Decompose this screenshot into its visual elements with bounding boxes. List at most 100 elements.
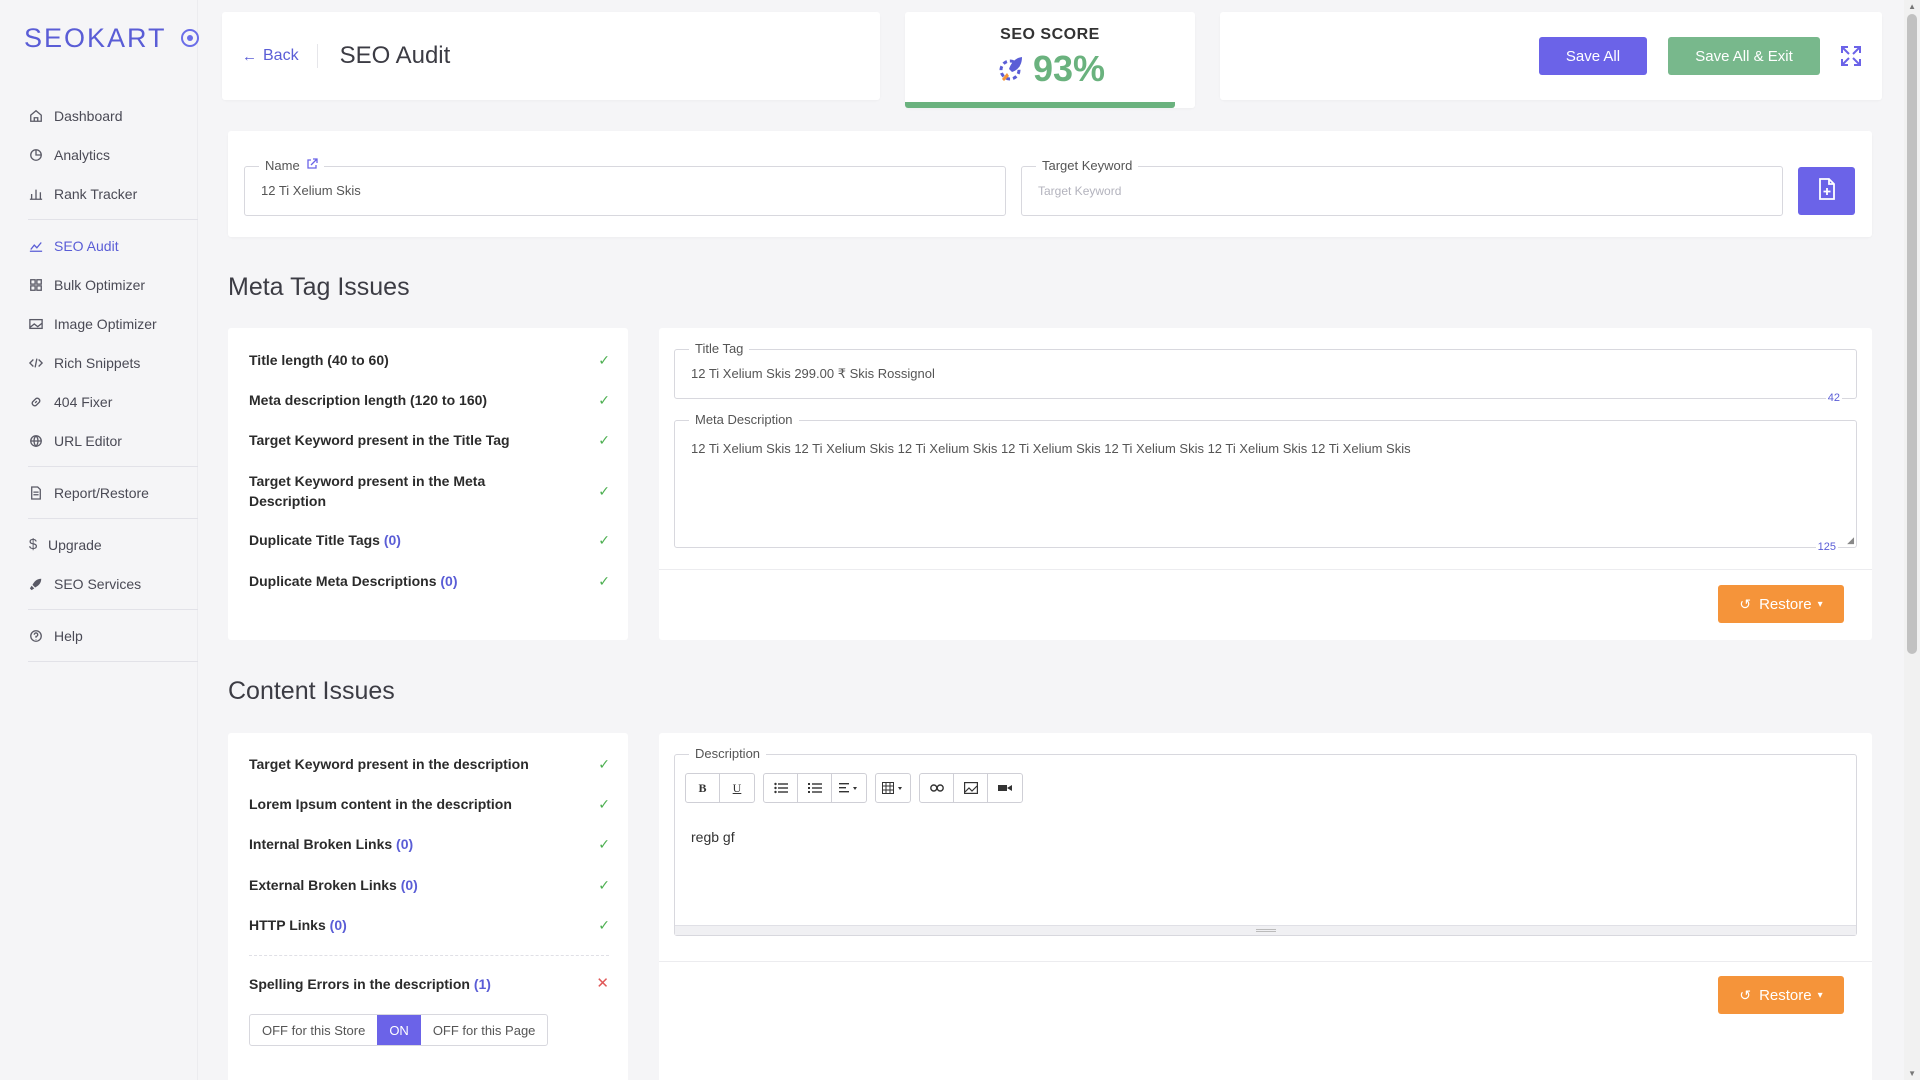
arrow-left-icon: ←: [242, 47, 257, 65]
scroll-up-icon[interactable]: ▲: [1908, 2, 1916, 11]
code-icon: [28, 355, 44, 371]
meta-section-title: Meta Tag Issues: [228, 273, 410, 301]
sidebar-item-report-restore[interactable]: Report/Restore: [28, 473, 198, 512]
rocket-icon: [28, 576, 44, 592]
page-title: SEO Audit: [339, 42, 451, 69]
sidebar-item-image-optimizer[interactable]: Image Optimizer: [28, 304, 198, 343]
issue-count[interactable]: (0): [401, 877, 418, 893]
image-icon[interactable]: [954, 774, 988, 802]
target-keyword-label: Target Keyword: [1042, 158, 1133, 173]
align-dropdown-button[interactable]: [832, 774, 866, 802]
video-icon[interactable]: [988, 774, 1022, 802]
editor-toolbar: B U: [685, 773, 1031, 803]
meta-description-char-count: 125: [1815, 541, 1838, 553]
issue-http-links: HTTP Links (0) ✓: [249, 915, 610, 935]
add-document-button[interactable]: [1798, 167, 1855, 215]
score-value: 93%: [1032, 48, 1106, 89]
content-restore-button[interactable]: ↺ Restore ▾: [1718, 976, 1844, 1014]
document-icon: [28, 485, 44, 501]
bold-button[interactable]: B: [686, 774, 720, 802]
spelling-toggle-group: OFF for this Store ON OFF for this Page: [249, 1014, 549, 1046]
sidebar-nav: Dashboard Analytics Rank Tracker SEO Aud…: [28, 96, 198, 668]
sidebar-item-label: Help: [54, 627, 83, 644]
name-field[interactable]: Name 12 Ti Xelium Skis: [244, 158, 1006, 216]
sidebar-item-seo-services[interactable]: SEO Services: [28, 564, 198, 603]
check-icon: ✓: [598, 573, 610, 589]
sidebar-item-label: Analytics: [54, 146, 111, 163]
check-icon: ✓: [598, 836, 610, 852]
app-logo[interactable]: SEOKART: [24, 22, 199, 54]
issue-duplicate-title: Duplicate Title Tags (0) ✓: [249, 530, 610, 550]
description-value[interactable]: regb gf: [691, 829, 735, 845]
chevron-down-icon: ▾: [1817, 598, 1823, 610]
issue-text: Internal Broken Links: [249, 836, 393, 852]
issue-count[interactable]: (0): [330, 917, 347, 933]
sidebar-item-label: Report/Restore: [54, 484, 149, 501]
description-field: Description B U regb gf: [674, 746, 1857, 936]
table-dropdown-button[interactable]: [876, 774, 910, 802]
check-icon: ✓: [598, 483, 610, 499]
issue-keyword-meta: Target Keyword present in the Meta Descr…: [249, 471, 529, 511]
expand-icon[interactable]: [1840, 45, 1862, 67]
numbered-list-button[interactable]: [798, 774, 832, 802]
save-all-button[interactable]: Save All: [1539, 37, 1647, 75]
sidebar-item-404-fixer[interactable]: 404 Fixer: [28, 382, 198, 421]
sidebar-item-help[interactable]: Help: [28, 616, 198, 655]
check-icon: ✓: [598, 352, 610, 368]
bullet-list-button[interactable]: [764, 774, 798, 802]
sidebar-item-bulk-optimizer[interactable]: Bulk Optimizer: [28, 265, 198, 304]
off-for-page-button[interactable]: OFF for this Page: [421, 1015, 548, 1045]
name-value: 12 Ti Xelium Skis: [261, 183, 361, 198]
seo-score-card: SEO SCORE 93%: [905, 12, 1195, 108]
sidebar-item-label: SEO Services: [54, 575, 142, 592]
page-scrollbar[interactable]: ▲ ▼: [1904, 0, 1920, 1080]
scrollbar-thumb[interactable]: [1907, 14, 1917, 654]
sidebar-item-analytics[interactable]: Analytics: [28, 135, 198, 174]
check-icon: ✓: [598, 796, 610, 812]
help-icon: [28, 628, 44, 644]
on-button[interactable]: ON: [377, 1015, 421, 1045]
editor-resize-bar[interactable]: [675, 925, 1856, 935]
header-actions-card: Save All Save All & Exit: [1220, 12, 1882, 100]
sidebar-item-rich-snippets[interactable]: Rich Snippets: [28, 343, 198, 382]
issue-count[interactable]: (0): [440, 573, 457, 589]
issue-duplicate-meta: Duplicate Meta Descriptions (0) ✓: [249, 571, 610, 591]
external-link-icon[interactable]: [306, 158, 318, 173]
save-all-exit-button[interactable]: Save All & Exit: [1668, 37, 1820, 75]
check-icon: ✓: [598, 392, 610, 408]
check-icon: ✓: [598, 877, 610, 893]
line-chart-icon: [28, 238, 44, 254]
issue-count[interactable]: (0): [396, 836, 413, 852]
target-keyword-field[interactable]: Target Keyword Target Keyword: [1021, 158, 1783, 216]
sidebar-item-url-editor[interactable]: URL Editor: [28, 421, 198, 460]
resize-handle-icon[interactable]: ◢: [1847, 535, 1854, 546]
underline-button[interactable]: U: [720, 774, 754, 802]
globe-icon: [28, 433, 44, 449]
sidebar-item-label: Rich Snippets: [54, 354, 141, 371]
meta-description-field[interactable]: Meta Description 12 Ti Xelium Skis 12 Ti…: [674, 412, 1857, 553]
sidebar-item-rank-tracker[interactable]: Rank Tracker: [28, 174, 198, 213]
back-button[interactable]: ← Back: [242, 44, 318, 68]
issue-text: Target Keyword present in the Meta Descr…: [249, 473, 486, 509]
sidebar-item-upgrade[interactable]: $ Upgrade: [28, 525, 198, 564]
meta-restore-button[interactable]: ↺ Restore ▾: [1718, 585, 1844, 623]
sidebar-toggle-icon[interactable]: [180, 29, 199, 47]
issue-text: Lorem Ipsum content in the description: [249, 796, 512, 812]
file-plus-icon: [1818, 177, 1836, 205]
content-section-title: Content Issues: [228, 677, 395, 705]
link-icon[interactable]: [920, 774, 954, 802]
sidebar-item-label: Dashboard: [54, 107, 123, 124]
issue-meta-description-length: Meta description length (120 to 160) ✓: [249, 390, 610, 410]
title-tag-field[interactable]: Title Tag 12 Ti Xelium Skis 299.00 ₹ Ski…: [674, 341, 1857, 404]
divider: [249, 955, 609, 956]
description-editor-card: Description B U regb gf ↺ Restore ▾: [659, 733, 1872, 1080]
off-for-store-button[interactable]: OFF for this Store: [250, 1015, 377, 1045]
header-title-card: ← Back SEO Audit: [222, 12, 880, 100]
issue-count[interactable]: (0): [384, 532, 401, 548]
scroll-down-icon[interactable]: ▼: [1908, 1069, 1916, 1078]
issue-count[interactable]: (1): [474, 976, 491, 992]
sidebar-item-seo-audit[interactable]: SEO Audit: [28, 226, 198, 265]
image-icon: [28, 316, 44, 332]
sidebar-item-dashboard[interactable]: Dashboard: [28, 96, 198, 135]
meta-description-value: 12 Ti Xelium Skis 12 Ti Xelium Skis 12 T…: [691, 441, 1411, 456]
